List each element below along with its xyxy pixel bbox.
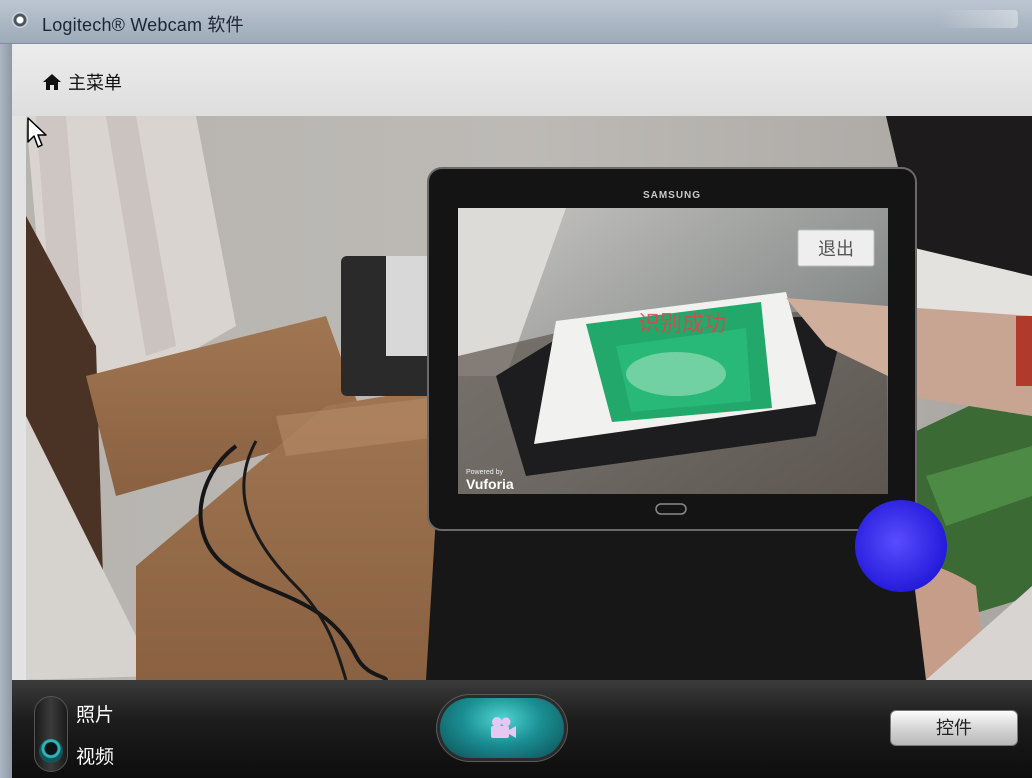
- home-menu-label: 主菜单: [68, 73, 122, 93]
- window-frame: [0, 44, 12, 778]
- menu-bar: 主菜单: [12, 44, 1032, 116]
- controls-button[interactable]: 控件: [890, 710, 1018, 746]
- webcam-scene: SAMSUNG 退出 识别成功 Powered by Vuforia: [26, 116, 1032, 680]
- app-client-area: 主菜单 SAMSUNG 退出 识别成功 Powered by Vuforia 照…: [12, 44, 1032, 778]
- mode-switch-knob[interactable]: [39, 739, 63, 763]
- titlebar-buttons-area: [938, 10, 1018, 28]
- tablet-status-text: 识别成功: [638, 312, 726, 337]
- home-icon: [43, 74, 61, 90]
- mode-photo-label[interactable]: 照片: [76, 700, 114, 727]
- tablet-brand-label: SAMSUNG: [643, 190, 701, 201]
- home-menu-button[interactable]: 主菜单: [42, 70, 122, 94]
- tablet-powered-by: Powered by: [466, 469, 503, 476]
- record-video-button[interactable]: [440, 698, 564, 758]
- mouse-cursor-icon: [27, 117, 47, 148]
- photo-video-mode-switch[interactable]: [34, 696, 68, 772]
- video-camera-icon: [491, 717, 516, 738]
- window-titlebar: Logitech® Webcam 软件: [0, 0, 1032, 44]
- click-indicator: [855, 500, 947, 592]
- tablet-vuforia-logo: Vuforia: [466, 476, 514, 492]
- webcam-video-feed: SAMSUNG 退出 识别成功 Powered by Vuforia: [26, 116, 1032, 680]
- camera-control-bar: 照片 视频 控件: [12, 680, 1032, 778]
- tablet-exit-button-label: 退出: [818, 239, 854, 260]
- app-icon[interactable]: [12, 12, 28, 28]
- window-title: Logitech® Webcam 软件: [42, 15, 244, 35]
- mode-video-label[interactable]: 视频: [76, 742, 114, 769]
